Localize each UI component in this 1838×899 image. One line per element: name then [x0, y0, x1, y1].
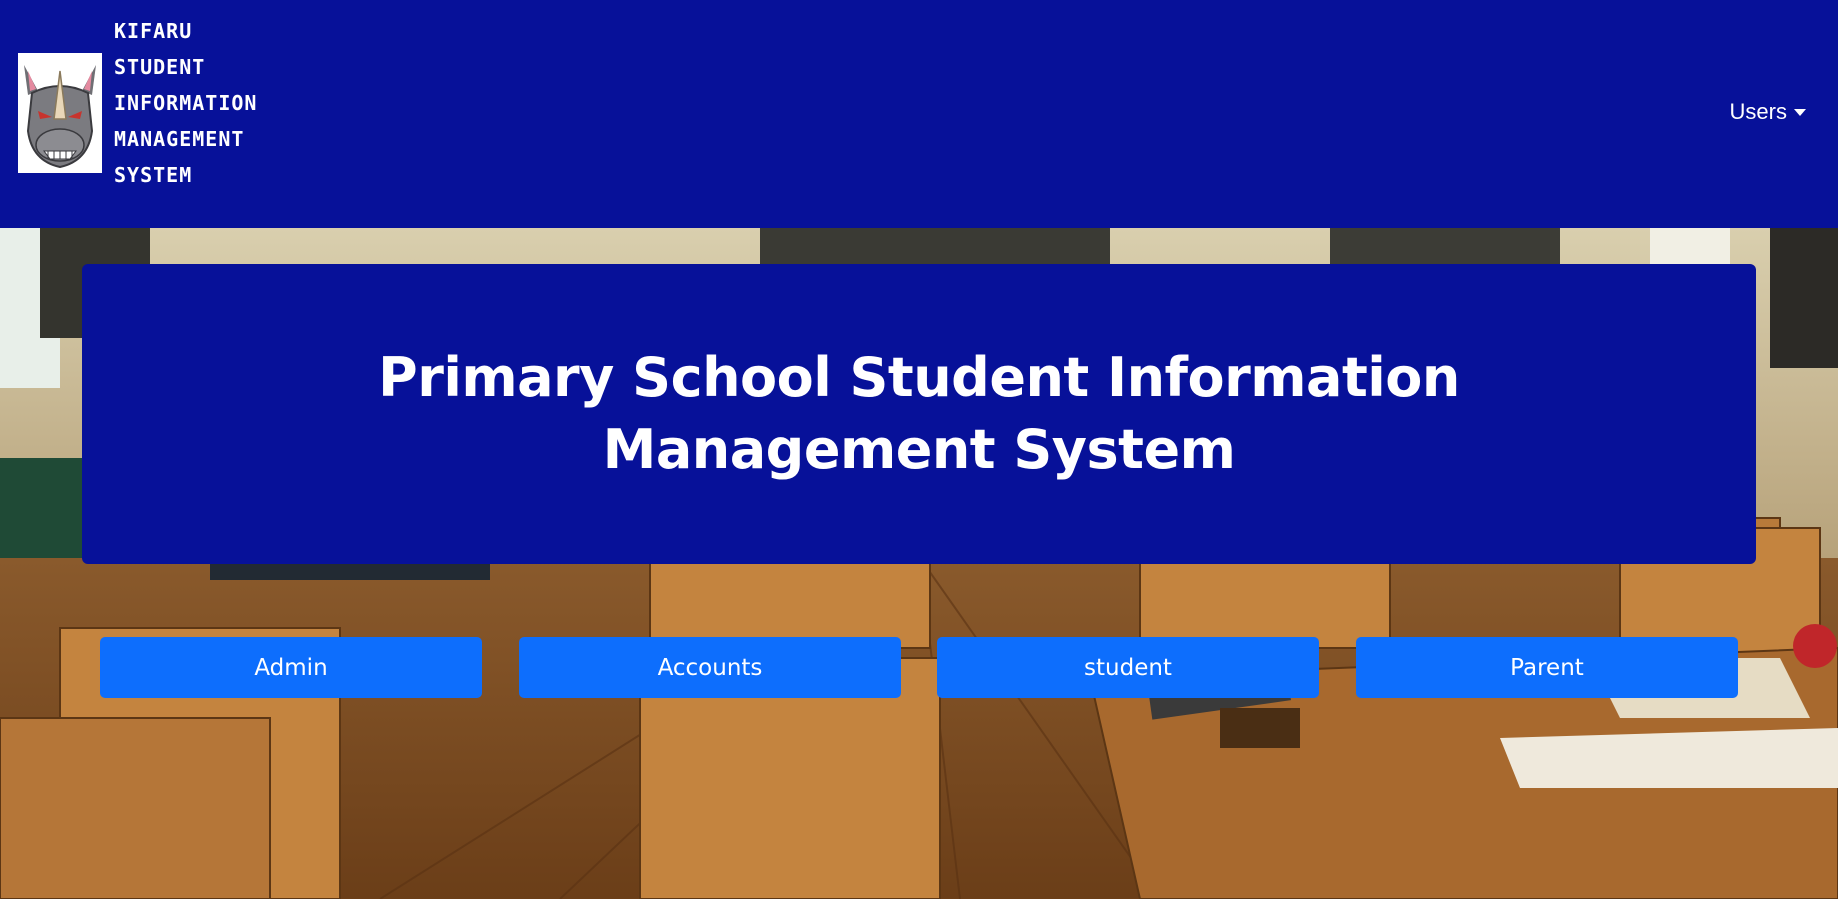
brand-line: KIFARU [114, 19, 193, 43]
brand-title: KIFARU STUDENT INFORMATION MANAGEMENT SY… [114, 13, 257, 193]
brand-line: STUDENT [114, 55, 206, 79]
rhino-logo-icon[interactable] [18, 53, 102, 173]
brand-line: INFORMATION [114, 91, 258, 115]
top-navbar: KIFARU STUDENT INFORMATION MANAGEMENT SY… [0, 0, 1838, 228]
role-selection: Admin Accounts student Parent [100, 637, 1738, 698]
brand-line: MANAGEMENT [114, 127, 245, 151]
users-dropdown[interactable]: Users [1730, 99, 1806, 125]
hero-banner: Primary School Student Information Manag… [82, 264, 1756, 564]
parent-button[interactable]: Parent [1356, 637, 1738, 698]
student-button[interactable]: student [937, 637, 1319, 698]
brand-line: SYSTEM [114, 163, 193, 187]
admin-button[interactable]: Admin [100, 637, 482, 698]
users-dropdown-label: Users [1729, 99, 1787, 124]
page-title: Primary School Student Information Manag… [378, 346, 1460, 481]
caret-down-icon [1794, 108, 1806, 116]
accounts-button[interactable]: Accounts [519, 637, 901, 698]
